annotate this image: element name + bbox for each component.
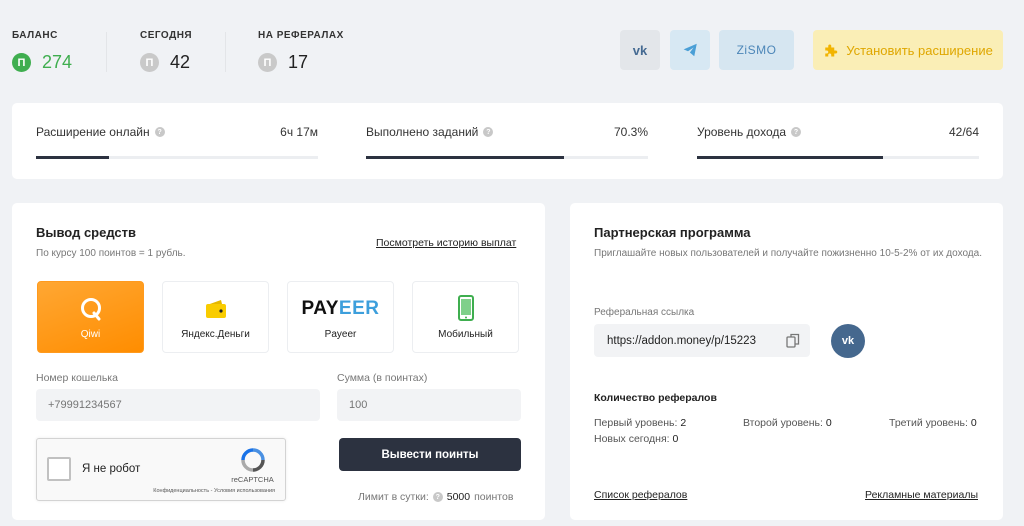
level3-label: Третий уровень: xyxy=(889,417,968,429)
recaptcha-checkbox[interactable] xyxy=(47,457,71,481)
progress-online: Расширение онлайн? 6ч 17м xyxy=(36,125,318,159)
vk-button[interactable]: vk xyxy=(620,30,660,70)
recaptcha-brand: reCAPTCHA xyxy=(231,475,274,484)
daily-limit: Лимит в сутки: ? 5000 поинтов xyxy=(358,491,513,503)
stat-referrals: НА РЕФЕРАЛАХ П 17 xyxy=(258,30,344,73)
partner-title: Партнерская программа xyxy=(594,225,751,240)
progress-value: 42/64 xyxy=(948,125,979,139)
stat-label: БАЛАНС xyxy=(12,30,58,41)
level3-value: 0 xyxy=(970,417,977,429)
progress-bar xyxy=(366,156,648,159)
points-coin-icon: П xyxy=(12,53,31,72)
yandex-money-icon xyxy=(205,300,226,318)
ref-count-title: Количество рефералов xyxy=(594,392,717,404)
progress-value: 6ч 17м xyxy=(280,125,318,139)
sum-input[interactable] xyxy=(337,389,521,421)
new-today-value: 0 xyxy=(672,433,679,445)
divider xyxy=(106,32,107,72)
level1-value: 2 xyxy=(680,417,687,429)
progress-label: Выполнено заданий xyxy=(366,125,479,139)
progress-card: Расширение онлайн? 6ч 17м Выполнено задан… xyxy=(12,103,1003,179)
recaptcha-label: Я не робот xyxy=(82,463,141,475)
withdraw-rate: По курсу 100 поинтов = 1 рубль. xyxy=(36,248,186,259)
payout-history-link[interactable]: Посмотреть историю выплат xyxy=(376,237,516,249)
progress-label: Расширение онлайн xyxy=(36,125,150,139)
level2-label: Второй уровень: xyxy=(743,417,823,429)
level2-count: Второй уровень: 0 xyxy=(743,417,832,429)
sum-label: Сумма (в поинтах) xyxy=(337,372,428,384)
limit-value: 5000 xyxy=(446,491,471,503)
divider xyxy=(225,32,226,72)
progress-bar-fill xyxy=(366,156,565,159)
progress-bar-fill xyxy=(697,156,884,159)
recaptcha-widget: Я не робот reCAPTCHA Конфиденциальность … xyxy=(36,438,286,501)
qiwi-icon xyxy=(80,298,101,321)
progress-bar-fill xyxy=(36,156,110,159)
referral-list-link[interactable]: Список рефералов xyxy=(594,489,687,501)
withdraw-submit-button[interactable]: Вывести поинты xyxy=(339,438,521,471)
ref-link-field[interactable]: https://addon.money/p/15223 xyxy=(594,324,810,357)
payeer-logo: PAYEER xyxy=(301,298,380,319)
zismo-logo: ZiSMO xyxy=(736,43,777,57)
limit-prefix: Лимит в сутки: xyxy=(358,491,429,503)
withdraw-card: Вывод средств По курсу 100 поинтов = 1 р… xyxy=(12,203,545,520)
method-yandex-money[interactable]: Яндекс.Деньги xyxy=(162,281,269,353)
vk-share-button[interactable]: vk xyxy=(831,324,865,358)
recaptcha-icon xyxy=(240,448,265,472)
promo-materials-link[interactable]: Рекламные материалы xyxy=(865,489,978,501)
progress-tasks: Выполнено заданий? 70.3% xyxy=(366,125,648,159)
level3-count: Третий уровень: 0 xyxy=(889,417,977,429)
level2-value: 0 xyxy=(825,417,832,429)
help-icon[interactable]: ? xyxy=(432,492,443,502)
points-coin-icon: П xyxy=(258,53,277,72)
points-coin-icon: П xyxy=(140,53,159,72)
stat-value: 17 xyxy=(288,52,309,72)
partner-description: Приглашайте новых пользователей и получа… xyxy=(594,248,982,259)
stat-value: 42 xyxy=(170,52,191,72)
method-mobile[interactable]: Мобильный xyxy=(412,281,519,353)
vk-icon: vk xyxy=(632,42,648,58)
stat-label: СЕГОДНЯ xyxy=(140,30,193,41)
stat-value: 274 xyxy=(42,52,73,72)
help-icon[interactable]: ? xyxy=(791,127,802,137)
puzzle-icon xyxy=(825,44,838,56)
progress-label: Уровень дохода xyxy=(697,125,787,139)
method-label: Payeer xyxy=(324,329,357,340)
progress-bar xyxy=(36,156,318,159)
stat-today: СЕГОДНЯ П 42 xyxy=(140,30,192,73)
stats-bar: БАЛАНС П 274 СЕГОДНЯ П 42 НА РЕФЕРАЛАХ П… xyxy=(0,0,1024,90)
method-payeer[interactable]: PAYEER Payeer xyxy=(287,281,394,353)
withdraw-title: Вывод средств xyxy=(36,225,137,240)
progress-income-level: Уровень дохода? 42/64 xyxy=(697,125,979,159)
recaptcha-terms[interactable]: Конфиденциальность - Условия использован… xyxy=(153,488,275,494)
new-today-label: Новых сегодня: xyxy=(594,433,670,445)
wallet-input[interactable] xyxy=(36,389,320,421)
level1-label: Первый уровень: xyxy=(594,417,678,429)
help-icon[interactable]: ? xyxy=(154,127,165,137)
copy-icon[interactable] xyxy=(786,333,800,348)
method-label: Мобильный xyxy=(438,329,493,340)
limit-suffix: поинтов xyxy=(474,491,514,503)
method-qiwi[interactable]: Qiwi xyxy=(37,281,144,353)
telegram-icon xyxy=(683,43,697,57)
wallet-label: Номер кошелька xyxy=(36,372,118,384)
install-extension-label: Установить расширение xyxy=(846,42,993,58)
ref-link-value: https://addon.money/p/15223 xyxy=(607,334,756,347)
method-label: Qiwi xyxy=(80,329,101,340)
mobile-phone-icon xyxy=(457,295,474,321)
stat-balance: БАЛАНС П 274 xyxy=(12,30,72,73)
install-extension-button[interactable]: Установить расширение xyxy=(813,30,1003,70)
telegram-button[interactable] xyxy=(670,30,710,70)
zismo-button[interactable]: ZiSMO xyxy=(719,30,794,70)
progress-bar xyxy=(697,156,979,159)
help-icon[interactable]: ? xyxy=(483,127,494,137)
stat-label: НА РЕФЕРАЛАХ xyxy=(258,30,344,41)
partner-card: Партнерская программа Приглашайте новых … xyxy=(570,203,1003,520)
level1-count: Первый уровень: 2 xyxy=(594,417,686,429)
ref-link-label: Реферальная ссылка xyxy=(594,307,695,318)
method-label: Яндекс.Деньги xyxy=(181,329,250,340)
vk-icon: vk xyxy=(841,335,855,347)
progress-value: 70.3% xyxy=(613,125,648,139)
new-today-count: Новых сегодня: 0 xyxy=(594,433,678,445)
